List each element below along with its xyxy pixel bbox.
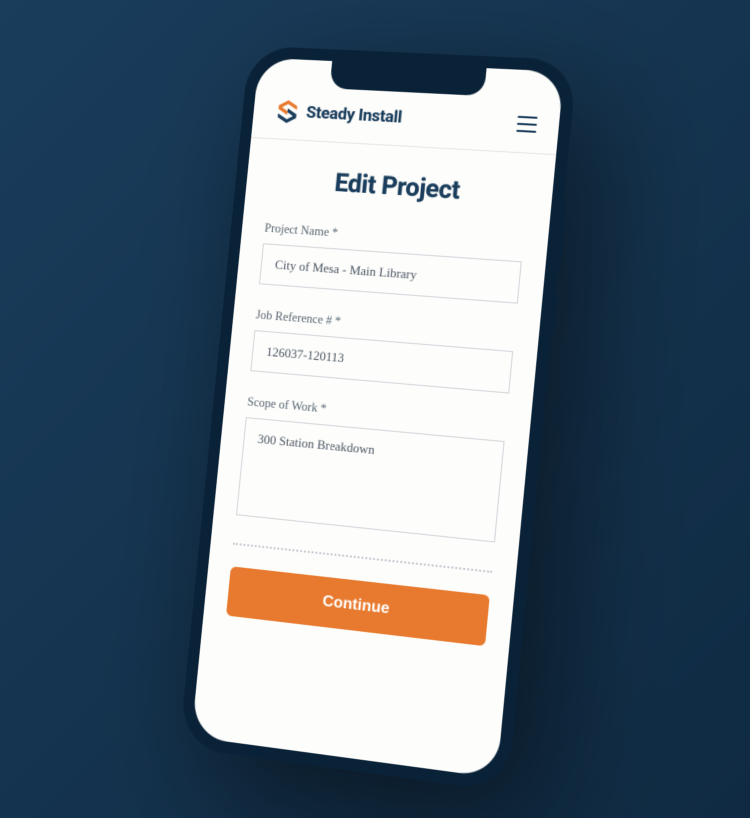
hamburger-menu-icon[interactable]	[516, 116, 537, 133]
page-title: Edit Project	[268, 164, 530, 210]
brand-logo-icon	[273, 97, 302, 126]
scope-of-work-group: Scope of Work *	[236, 395, 507, 547]
phone-side-button-2	[551, 292, 558, 333]
job-reference-group: Job Reference # *	[250, 308, 515, 394]
phone-frame: Steady Install Edit Project Project Name…	[179, 46, 577, 792]
phone-side-button	[557, 201, 567, 272]
form-divider	[233, 543, 492, 573]
project-name-group: Project Name *	[259, 221, 524, 304]
brand-name: Steady Install	[305, 103, 403, 128]
continue-button[interactable]: Continue	[226, 566, 490, 646]
brand-logo-group[interactable]: Steady Install	[273, 97, 403, 131]
project-name-input[interactable]	[259, 243, 522, 303]
phone-screen: Steady Install Edit Project Project Name…	[191, 58, 564, 778]
scope-of-work-input[interactable]	[236, 417, 505, 542]
phone-mockup: Steady Install Edit Project Project Name…	[179, 46, 577, 792]
form-content: Edit Project Project Name * Job Referenc…	[202, 138, 556, 670]
